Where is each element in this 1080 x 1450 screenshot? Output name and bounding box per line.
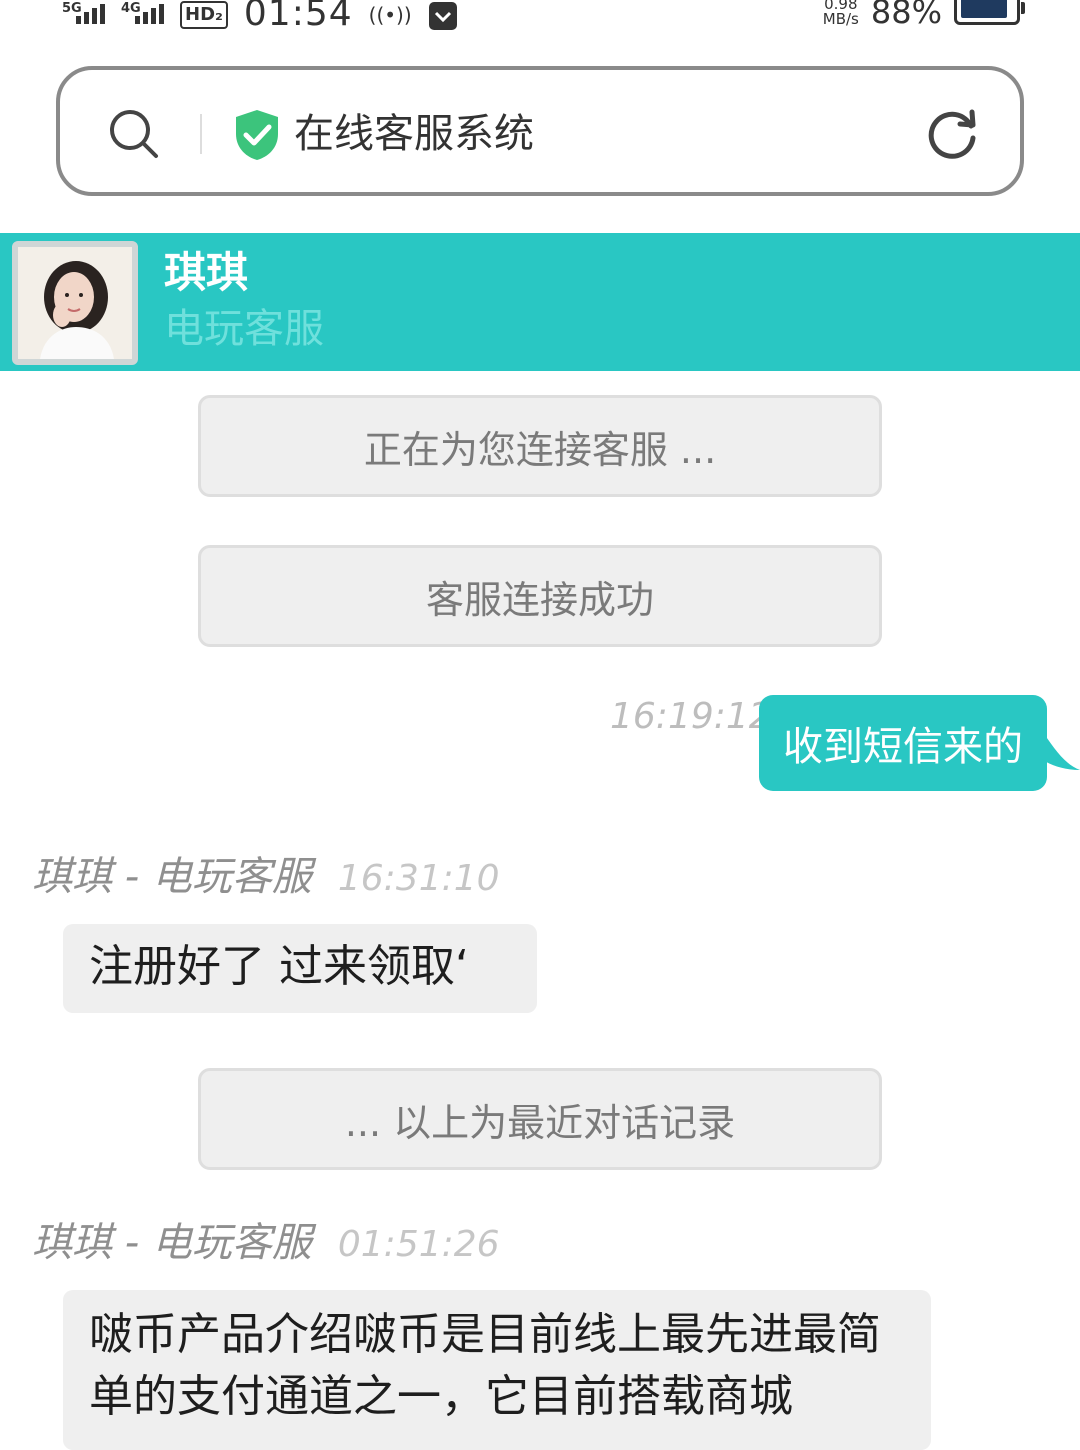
agent-name: 琪琪 bbox=[164, 248, 249, 297]
battery-icon bbox=[954, 0, 1025, 25]
system-message-connecting: 正在为您连接客服 ... bbox=[198, 395, 882, 497]
battery-fill bbox=[961, 0, 1007, 18]
incoming-message-header: 琪琪 - 电玩客服 01:51:26 bbox=[32, 1218, 500, 1270]
status-left-group: 5G 4G HD₂ 01:54 ((•)) bbox=[62, 0, 458, 32]
system-message-history: ... 以上为最近对话记录 bbox=[198, 1068, 882, 1170]
signal-5g-icon: 5G bbox=[62, 0, 105, 24]
sender-name: 琪琪 - 电玩客服 bbox=[32, 854, 312, 900]
signal-4g-icon: 4G bbox=[121, 0, 164, 24]
incoming-message-bubble[interactable]: 注册好了 过来领取‘ bbox=[63, 924, 537, 1013]
system-message-connected: 客服连接成功 bbox=[198, 545, 882, 647]
incoming-message-bubble[interactable]: 啵币产品介绍啵币是目前线上最先进最简单的支付通道之一，它目前搭载商城 bbox=[63, 1290, 931, 1450]
address-divider bbox=[200, 114, 202, 154]
net-speed: 0.98 MB/s bbox=[823, 0, 859, 27]
message-time: 01:51:26 bbox=[337, 1224, 500, 1265]
agent-role: 电玩客服 bbox=[164, 306, 324, 352]
shield-check-icon bbox=[236, 110, 278, 160]
signal-5g-tag: 5G bbox=[62, 1, 82, 16]
outgoing-message-bubble[interactable]: 收到短信来的 bbox=[759, 695, 1047, 791]
hd-voice-icon: HD₂ bbox=[180, 1, 228, 29]
agent-header: 琪琪 电玩客服 bbox=[0, 233, 1080, 371]
app-notification-icon bbox=[428, 2, 457, 30]
incoming-message-header: 琪琪 - 电玩客服 16:31:10 bbox=[32, 852, 500, 904]
search-icon[interactable] bbox=[108, 108, 160, 160]
avatar-portrait bbox=[18, 247, 132, 359]
battery-percent: 88% bbox=[870, 0, 942, 31]
page-title: 在线客服系统 bbox=[294, 111, 534, 157]
net-speed-unit: MB/s bbox=[822, 10, 859, 28]
message-time: 16:31:10 bbox=[337, 858, 500, 899]
hotspot-icon: ((•)) bbox=[368, 3, 412, 27]
avatar[interactable] bbox=[12, 241, 138, 365]
sender-name: 琪琪 - 电玩客服 bbox=[32, 1220, 312, 1266]
bubble-tail-icon bbox=[1040, 728, 1080, 770]
status-bar: 5G 4G HD₂ 01:54 ((•)) 0.98 MB/s 88% bbox=[0, 0, 1080, 40]
status-time: 01:54 bbox=[243, 0, 353, 34]
outgoing-message-time: 16:19:12 bbox=[610, 696, 772, 737]
refresh-icon[interactable] bbox=[924, 106, 980, 162]
status-right-group: 0.98 MB/s 88% bbox=[823, 0, 1025, 31]
address-bar[interactable]: 在线客服系统 bbox=[56, 66, 1024, 196]
signal-4g-tag: 4G bbox=[121, 1, 141, 16]
